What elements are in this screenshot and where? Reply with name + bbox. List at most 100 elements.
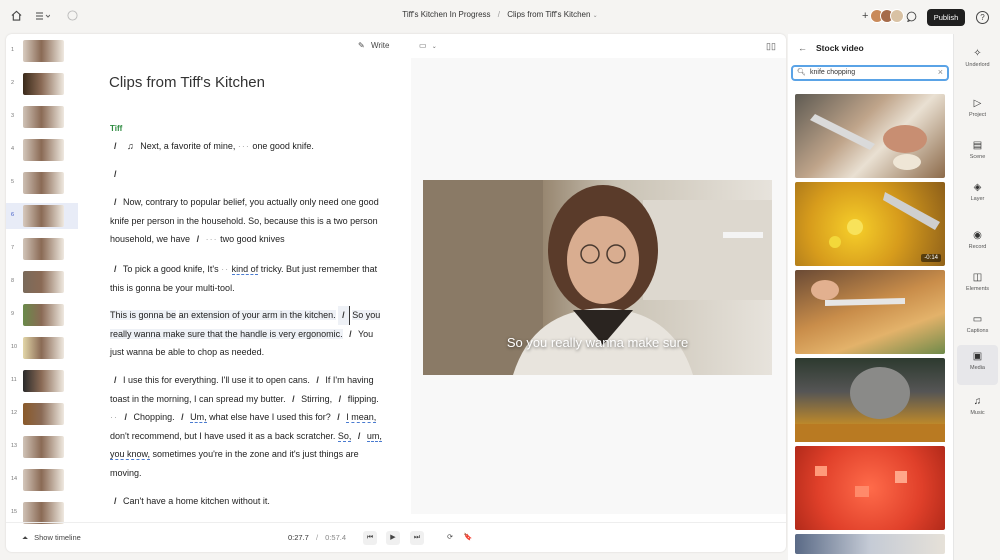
scene-break[interactable]: / — [110, 193, 121, 212]
script-paragraph[interactable]: / I use this for everything. I'll use it… — [110, 371, 382, 482]
scene-thumbnail[interactable]: 3 — [6, 104, 78, 130]
scene-thumbnail[interactable]: 12 — [6, 401, 78, 427]
avatar[interactable] — [890, 9, 905, 23]
scene-break[interactable]: / — [288, 390, 299, 409]
scene-break[interactable]: / — [177, 408, 188, 427]
play-icon[interactable]: ▶ — [386, 531, 400, 545]
script-paragraph[interactable]: / Now, contrary to popular belief, you a… — [110, 193, 382, 249]
filler-word[interactable]: I mean, — [346, 412, 377, 423]
script-paragraph[interactable]: / Can't have a home kitchen without it. — [110, 492, 382, 511]
script-text[interactable]: Chopping. — [134, 412, 175, 422]
bookmark-icon[interactable]: 🔖 — [461, 531, 475, 545]
rail-item-scene[interactable]: ▤ Scene — [954, 134, 1000, 174]
skip-back-icon[interactable]: ⏮ — [363, 531, 377, 545]
rail-item-underlord[interactable]: ✧ Underlord — [954, 42, 1000, 82]
stock-result-knife-chopping-onion[interactable] — [795, 94, 945, 178]
filler-word[interactable]: Um, — [190, 412, 207, 423]
scene-thumbnail[interactable]: 7 — [6, 236, 78, 262]
scene-break[interactable]: / — [110, 260, 121, 279]
gap-marker[interactable]: ··· — [238, 141, 250, 151]
show-timeline-button[interactable]: ⏶ Show timeline — [22, 533, 81, 543]
back-arrow-icon[interactable]: ← — [798, 43, 807, 53]
stock-search-input[interactable]: 🔍︎ knife chopping × — [791, 65, 949, 81]
comment-icon[interactable] — [906, 11, 917, 25]
script-text[interactable]: one good knife. — [252, 141, 314, 151]
scene-break[interactable]: / — [193, 230, 204, 249]
script-text[interactable]: I'll use it to open cans. — [221, 375, 310, 385]
scene-break[interactable]: / — [345, 325, 356, 344]
script-text[interactable]: what else have I used this for? — [209, 412, 331, 422]
scene-thumbnail[interactable]: 5 — [6, 170, 78, 196]
collaborators[interactable]: + — [862, 9, 905, 23]
add-collaborator-icon[interactable]: + — [862, 10, 868, 22]
script-text[interactable]: flipping. — [348, 394, 379, 404]
stock-result-yellow-pepper-chop[interactable]: -0:14 — [795, 182, 945, 266]
publish-button[interactable]: Publish — [927, 9, 965, 26]
script-text[interactable]: I use this for everything. — [123, 375, 219, 385]
rail-item-music[interactable]: ♫ Music — [954, 390, 1000, 430]
scene-thumbnail[interactable]: 8 — [6, 269, 78, 295]
rail-item-project[interactable]: ▷ Project — [954, 92, 1000, 132]
script-text[interactable]: an extension of your arm in the kitchen. — [178, 310, 336, 320]
loop-icon[interactable]: ⟳ — [443, 531, 457, 545]
scene-break[interactable]: / — [354, 427, 365, 446]
stock-result-blurry-blade[interactable] — [795, 358, 945, 442]
script-text[interactable]: Can't have a home kitchen without it. — [123, 496, 270, 506]
video-preview[interactable]: So you really wanna make sure — [423, 180, 772, 375]
scene-break[interactable]: / — [110, 371, 121, 390]
script-text[interactable]: This is gonna be — [110, 310, 177, 320]
scene-break[interactable]: / — [333, 408, 344, 427]
rail-item-captions[interactable]: ▭ Captions — [954, 308, 1000, 348]
scene-thumbnail[interactable]: 14 — [6, 467, 78, 493]
scene-thumbnail[interactable]: 10 — [6, 335, 78, 361]
filler-word[interactable]: So, — [337, 430, 352, 442]
scene-break[interactable]: / — [335, 390, 346, 409]
script-paragraph[interactable]: / ♫ Next, a favorite of mine, ··· one go… — [110, 137, 382, 156]
scene-thumbnail[interactable]: 6 — [6, 203, 78, 229]
filler-word[interactable]: kind of — [231, 264, 259, 275]
scene-thumbnail[interactable]: 4 — [6, 137, 78, 163]
rail-item-media[interactable]: ▣ Media — [957, 345, 998, 385]
gap-marker[interactable]: ·· — [110, 412, 118, 422]
skip-forward-icon[interactable]: ⏭ — [410, 531, 424, 545]
video-caption: So you really wanna make sure — [506, 335, 689, 350]
chevron-down-icon[interactable]: ⌄ — [593, 13, 598, 19]
layout-dropdown[interactable]: ▭ ⌄ — [419, 41, 437, 50]
stock-result-woman-kitchen[interactable] — [795, 534, 945, 554]
breadcrumb-composition[interactable]: Clips from Tiff's Kitchen — [507, 10, 590, 19]
scene-thumbnail[interactable]: 1 — [6, 38, 78, 64]
help-icon[interactable]: ? — [976, 11, 989, 24]
script-text[interactable]: To pick a good knife, It's — [123, 264, 219, 274]
script-paragraph[interactable]: / To pick a good knife, It's ·· kind of … — [110, 260, 382, 297]
script-text[interactable]: Stirring, — [301, 394, 332, 404]
record-icon: ◉ — [973, 230, 982, 241]
scene-break[interactable]: / — [121, 408, 132, 427]
scene-break[interactable]: / — [110, 165, 121, 184]
scene-thumbnail[interactable]: 2 — [6, 71, 78, 97]
script-text[interactable]: don't recommend, but I have used it as a… — [110, 431, 335, 441]
script-text[interactable]: Next, a favorite of mine, — [140, 141, 235, 151]
rail-item-layer[interactable]: ◈ Layer — [954, 176, 1000, 216]
rail-item-elements[interactable]: ◫ Elements — [954, 266, 1000, 306]
speaker-label[interactable]: Tiff — [110, 124, 122, 133]
panel-toggle-icon[interactable]: ▯▯ — [766, 41, 776, 52]
scene-thumbnail[interactable]: 11 — [6, 368, 78, 394]
gap-marker[interactable]: ·· — [221, 264, 229, 274]
breadcrumb-project[interactable]: Tiff's Kitchen In Progress — [402, 10, 490, 19]
script-text[interactable]: two good knives — [220, 234, 285, 244]
script-paragraph[interactable]: This is gonna be an extension of your ar… — [110, 306, 382, 362]
search-value[interactable]: knife chopping — [810, 69, 855, 76]
script-paragraph[interactable]: / — [110, 165, 382, 184]
scene-thumbnail[interactable]: 13 — [6, 434, 78, 460]
stock-result-diced-tomatoes[interactable] — [795, 446, 945, 530]
write-button[interactable]: ✎ Write — [358, 41, 389, 50]
gap-marker[interactable]: ··· — [206, 234, 218, 244]
scene-break[interactable]: / — [312, 371, 323, 390]
scene-break[interactable]: / — [110, 137, 121, 156]
clear-icon[interactable]: × — [938, 67, 943, 77]
scene-thumbnail[interactable]: 9 — [6, 302, 78, 328]
rail-item-record[interactable]: ◉ Record — [954, 224, 1000, 264]
scene-break-active[interactable]: / — [338, 306, 350, 325]
scene-break[interactable]: / — [110, 492, 121, 511]
stock-result-cutting-board-knife[interactable] — [795, 270, 945, 354]
